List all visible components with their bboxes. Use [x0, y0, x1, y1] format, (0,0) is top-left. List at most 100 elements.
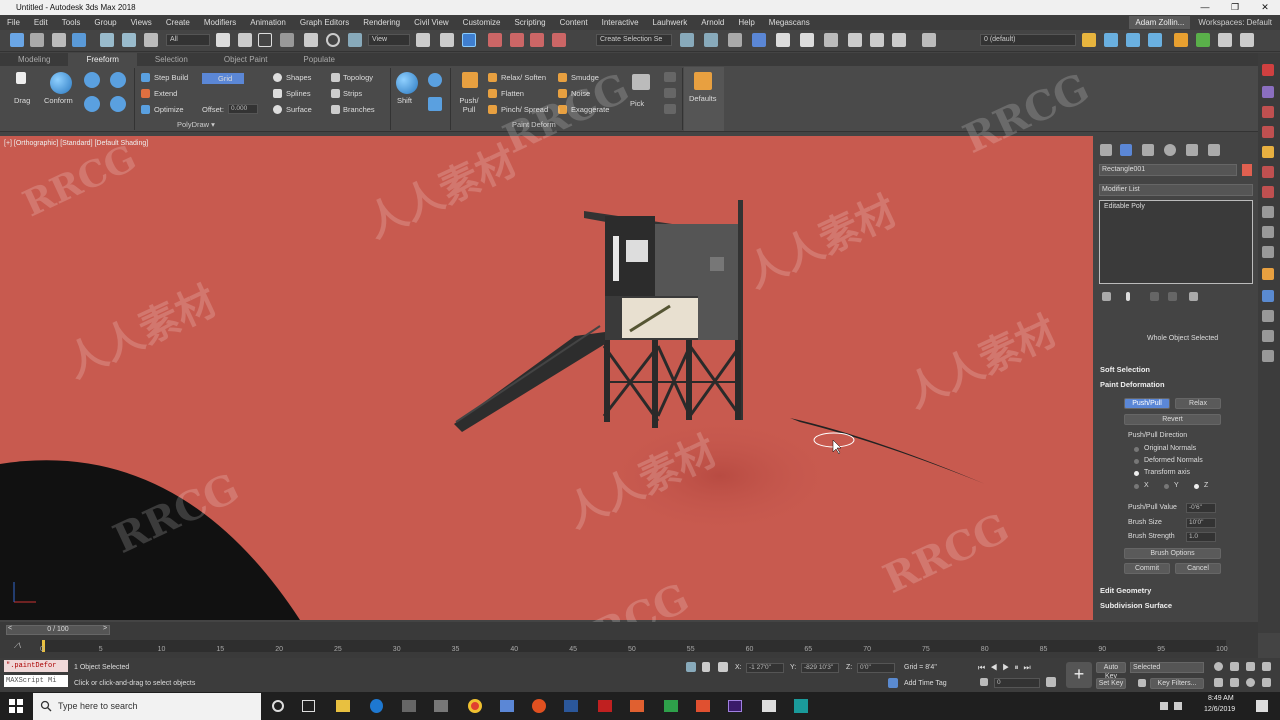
shift-icon[interactable]	[396, 72, 418, 94]
show-end-result-icon[interactable]	[1126, 292, 1130, 301]
isolate-selection-icon[interactable]	[686, 662, 696, 672]
select-layer-icon[interactable]	[1126, 33, 1140, 47]
absolute-mode-icon[interactable]	[718, 662, 728, 672]
configure-modifier-sets-icon[interactable]	[1189, 292, 1198, 301]
menu-views[interactable]: Views	[124, 18, 159, 27]
network-icon[interactable]	[1160, 702, 1168, 710]
pivot-center-icon[interactable]	[416, 33, 430, 47]
push-pull-toggle[interactable]: Push/Pull	[1124, 398, 1170, 409]
tool-icon-2[interactable]	[1262, 86, 1274, 98]
menu-modifiers[interactable]: Modifiers	[197, 18, 243, 27]
menu-group[interactable]: Group	[87, 18, 123, 27]
remove-modifier-icon[interactable]	[1168, 292, 1177, 301]
brush-options-button[interactable]: Brush Options	[1124, 548, 1221, 559]
noise-button[interactable]: Noise	[571, 89, 590, 98]
tab-object-paint[interactable]: Object Paint	[206, 53, 286, 66]
y-coord-field[interactable]: -829 10'3"	[801, 663, 839, 673]
create-tab-icon[interactable]	[1100, 144, 1112, 156]
tool-icon-11[interactable]	[1262, 268, 1274, 280]
script-icon[interactable]	[1174, 33, 1188, 47]
soft-selection-rollout[interactable]: Soft Selection	[1100, 364, 1248, 376]
subdivision-surface-rollout[interactable]: Subdivision Surface	[1100, 600, 1248, 612]
shapes-button[interactable]: Shapes	[286, 73, 311, 82]
brush-size-spinner[interactable]: 10'0"	[1186, 518, 1216, 528]
flatten-button[interactable]: Flatten	[501, 89, 524, 98]
maximize-button[interactable]: ❐	[1220, 0, 1250, 15]
pan-view-icon[interactable]	[1230, 678, 1239, 687]
set-key-icon[interactable]: +	[1066, 662, 1092, 688]
axis-z-radio[interactable]	[1194, 484, 1199, 489]
z-coord-field[interactable]: 0'0"	[857, 663, 895, 673]
conform-move-icon[interactable]	[84, 72, 100, 88]
undo-icon[interactable]	[10, 33, 24, 47]
deformed-normals-radio[interactable]	[1134, 459, 1139, 464]
extend-button[interactable]: Extend	[154, 89, 177, 98]
step-build-button[interactable]: Step Build	[154, 73, 188, 82]
field-of-view-icon[interactable]	[1214, 678, 1223, 687]
drag-button[interactable]: Drag	[14, 96, 30, 105]
conform-rotate-icon[interactable]	[110, 72, 126, 88]
menu-create[interactable]: Create	[159, 18, 197, 27]
zoom-extents-icon[interactable]	[1246, 662, 1255, 671]
transform-axis-radio[interactable]	[1134, 471, 1139, 476]
tool-icon-5[interactable]	[1262, 146, 1274, 158]
cortana-icon[interactable]	[272, 700, 284, 712]
playback-controls[interactable]: ⏮◀▶⏸⏭	[978, 663, 1036, 673]
viewport-orthographic[interactable]	[0, 136, 1093, 620]
smudge-button[interactable]: Smudge	[571, 73, 599, 82]
tool-icon-4[interactable]	[1262, 126, 1274, 138]
select-by-name-icon[interactable]	[238, 33, 252, 47]
camtasia-icon[interactable]	[664, 700, 678, 712]
offset-spinner[interactable]: 0.000	[228, 104, 258, 114]
unlink-icon[interactable]	[122, 33, 136, 47]
menu-megascans[interactable]: Megascans	[762, 18, 817, 27]
grid-dropdown[interactable]: Grid	[202, 73, 245, 84]
menu-interactive[interactable]: Interactive	[595, 18, 646, 27]
menu-arnold[interactable]: Arnold	[694, 18, 731, 27]
menu-help[interactable]: Help	[731, 18, 761, 27]
maximize-viewport-icon[interactable]	[1262, 678, 1271, 687]
menu-scripting[interactable]: Scripting	[507, 18, 552, 27]
scale-icon[interactable]	[348, 33, 362, 47]
store-icon[interactable]	[402, 700, 416, 712]
toggle-layer-explorer-icon[interactable]	[752, 33, 766, 47]
snaps-toggle-icon[interactable]	[488, 33, 502, 47]
layer-dropdown[interactable]: 0 (default)	[980, 34, 1076, 46]
tool-icon-1[interactable]	[1262, 64, 1274, 76]
utilities-tab-icon[interactable]	[1208, 144, 1220, 156]
mail-icon[interactable]	[762, 700, 776, 712]
tab-modeling[interactable]: Modeling	[0, 53, 68, 66]
grid-icon[interactable]	[1218, 33, 1232, 47]
edge-browser-icon[interactable]	[370, 699, 383, 713]
time-slider-prev[interactable]: <	[8, 625, 12, 632]
viewport-label[interactable]: [+] [Orthographic] [Standard] [Default S…	[4, 140, 148, 147]
key-mode-icon[interactable]	[980, 678, 988, 686]
named-selection-set-dropdown[interactable]: Create Selection Se	[596, 34, 672, 46]
ribbon-toggle-icon[interactable]	[1240, 33, 1254, 47]
pick-icon[interactable]	[632, 74, 650, 90]
current-frame-field[interactable]: 0	[994, 678, 1040, 688]
tool-icon-6[interactable]	[1262, 166, 1274, 178]
add-time-tag-button[interactable]: Add Time Tag	[904, 680, 947, 687]
material-editor-icon[interactable]	[824, 33, 838, 47]
selection-lock-icon[interactable]	[702, 662, 710, 672]
maxscript-listener-output[interactable]: ".paintDefor	[4, 660, 68, 672]
layers-icon[interactable]	[922, 33, 936, 47]
file-explorer-icon[interactable]	[336, 700, 350, 712]
axis-y-radio[interactable]	[1164, 484, 1169, 489]
polydraw-section-label[interactable]: PolyDraw ▾	[177, 120, 215, 129]
push-pull-value-spinner[interactable]: -0'6"	[1186, 503, 1216, 513]
optimize-button[interactable]: Optimize	[154, 105, 184, 114]
push-pull-brush-icon[interactable]	[462, 72, 478, 88]
menu-tools[interactable]: Tools	[55, 18, 88, 27]
display-tab-icon[interactable]	[1186, 144, 1198, 156]
close-button[interactable]: ✕	[1250, 0, 1280, 15]
time-slider-next[interactable]: >	[103, 625, 107, 632]
window-crossing-icon[interactable]	[280, 33, 294, 47]
render-production-icon[interactable]	[892, 33, 906, 47]
tool-icon-7[interactable]	[1262, 186, 1274, 198]
pin-stack-icon[interactable]	[1102, 292, 1111, 301]
task-view-icon[interactable]	[302, 700, 315, 712]
set-key-button[interactable]: Set Key	[1096, 678, 1126, 689]
zoom-extents-all-icon[interactable]	[1262, 662, 1271, 671]
